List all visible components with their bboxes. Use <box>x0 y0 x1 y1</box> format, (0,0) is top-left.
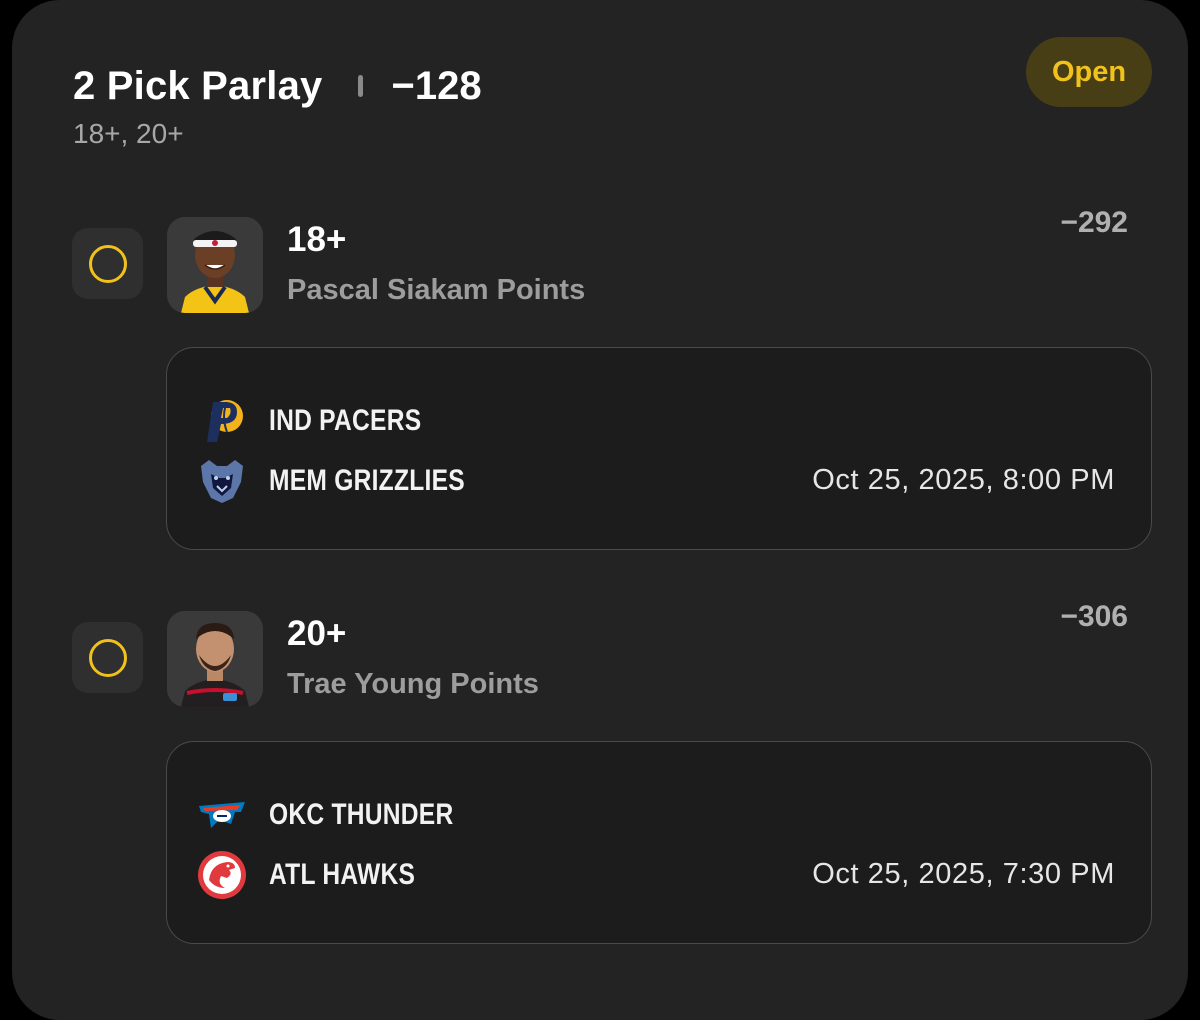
home-team-name: MEM GRIZZLIES <box>269 464 465 497</box>
away-team-name: IND PACERS <box>269 404 422 437</box>
parlay-odds: −128 <box>391 63 482 108</box>
parlay-card[interactable]: 2 Pick Parlay −128 18+, 20+ Open 18+ Pas… <box>12 0 1188 1020</box>
pick-status-indicator <box>72 228 143 299</box>
home-team-row: ATL HAWKS <box>197 850 447 900</box>
thunder-logo-icon <box>197 790 247 840</box>
away-team-row: OKC THUNDER <box>197 790 494 840</box>
player-photo-icon <box>167 611 263 707</box>
game-datetime: Oct 25, 2025, 8:00 PM <box>812 464 1115 496</box>
player-photo-icon <box>167 217 263 313</box>
hawks-logo-icon <box>197 850 247 900</box>
parlay-title: 2 Pick Parlay <box>73 63 323 108</box>
player-avatar <box>167 611 263 707</box>
title-separator <box>358 75 364 97</box>
pick-odds: −292 <box>1060 206 1128 239</box>
home-team-name: ATL HAWKS <box>269 858 416 891</box>
game-card[interactable]: OKC THUNDER ATL HAWKS Oct 25, 2025, 7:30… <box>166 741 1152 944</box>
pick-status-indicator <box>72 622 143 693</box>
pick-odds: −306 <box>1060 600 1128 633</box>
parlay-subtitle: 18+, 20+ <box>73 118 184 149</box>
away-team-row: IND PACERS <box>197 396 455 446</box>
pick-description: Pascal Siakam Points <box>287 274 586 306</box>
parlay-header: 2 Pick Parlay −128 <box>73 62 482 110</box>
pick-line: 18+ <box>287 220 347 259</box>
grizzlies-logo-icon <box>197 456 247 506</box>
home-team-row: MEM GRIZZLIES <box>197 456 508 506</box>
game-card[interactable]: IND PACERS MEM GRIZZLIES Oct 25, 2025, 8… <box>166 347 1152 550</box>
game-datetime: Oct 25, 2025, 7:30 PM <box>812 858 1115 890</box>
away-team-name: OKC THUNDER <box>269 798 454 831</box>
player-avatar <box>167 217 263 313</box>
pacers-logo-icon <box>197 396 247 446</box>
pick-line: 20+ <box>287 614 347 653</box>
pending-circle-icon <box>88 638 127 677</box>
status-badge: Open <box>1026 37 1152 107</box>
pick-description: Trae Young Points <box>287 668 539 700</box>
pending-circle-icon <box>88 244 127 283</box>
